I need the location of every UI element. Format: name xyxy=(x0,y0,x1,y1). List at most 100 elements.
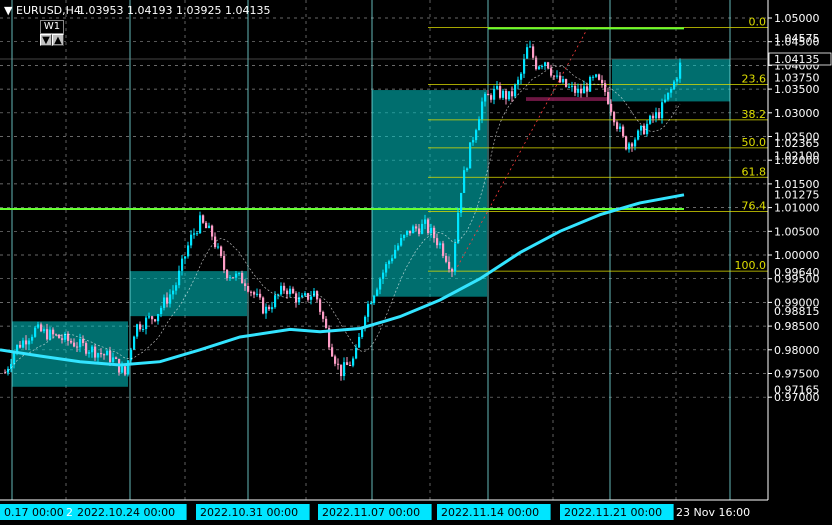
price-tick-label: 1.00000 xyxy=(774,249,820,262)
candle-body xyxy=(271,307,274,310)
candle-body xyxy=(628,143,631,150)
candle-body xyxy=(322,311,325,319)
timeframe-badge[interactable]: W1 xyxy=(40,20,64,34)
candle-body xyxy=(304,293,307,296)
candle-body xyxy=(610,103,613,112)
candle-body xyxy=(439,243,442,246)
candle-body xyxy=(190,234,193,246)
candle-body xyxy=(487,93,490,96)
candle-body xyxy=(529,46,532,48)
candle-body xyxy=(286,290,289,295)
candle-body xyxy=(169,294,172,304)
candle-body xyxy=(619,126,622,130)
time-label: 2022.11.21 00:00 xyxy=(564,506,662,519)
candle-body xyxy=(676,78,679,82)
candle-body xyxy=(94,346,97,358)
scroll-up-icon[interactable]: ▲ xyxy=(52,34,64,46)
fib-label: 100.0 xyxy=(735,259,767,272)
candle-body xyxy=(112,357,115,363)
candle-body xyxy=(28,340,31,345)
candle-body xyxy=(373,295,376,304)
candle-body xyxy=(67,333,70,341)
candle-body xyxy=(61,338,64,340)
candle-body xyxy=(577,88,580,93)
candle-body xyxy=(484,93,487,102)
candle-body xyxy=(478,119,481,131)
candle-body xyxy=(412,226,415,234)
candle-body xyxy=(229,277,232,279)
fib-label: 0.0 xyxy=(749,15,767,28)
price-marker-label: 1.02100 xyxy=(774,149,820,162)
candle-body xyxy=(526,47,529,59)
candle-body xyxy=(445,255,448,262)
candle-body xyxy=(154,319,157,322)
candle-body xyxy=(289,288,292,295)
candle-body xyxy=(187,245,190,257)
candle-body xyxy=(319,299,322,312)
candle-body xyxy=(565,79,568,87)
candle-body xyxy=(625,136,628,150)
price-marker-label: 0.99640 xyxy=(774,266,820,279)
candle-body xyxy=(46,329,49,340)
candle-body xyxy=(331,347,334,357)
candle-body xyxy=(430,227,433,234)
candle-body xyxy=(25,340,28,345)
candle-body xyxy=(472,140,475,143)
candle-body xyxy=(652,115,655,119)
candle-body xyxy=(82,339,85,344)
candle-body xyxy=(466,168,469,171)
candle-body xyxy=(217,246,220,248)
candle-body xyxy=(550,68,553,76)
candle-body xyxy=(73,342,76,347)
candle-body xyxy=(553,75,556,77)
candle-body xyxy=(592,76,595,78)
candle-body xyxy=(460,192,463,213)
candle-body xyxy=(91,346,94,353)
candle-body xyxy=(178,270,181,286)
candle-body xyxy=(307,293,310,300)
candle-body xyxy=(208,225,211,229)
candle-body xyxy=(244,283,247,287)
price-tick-label: 1.03000 xyxy=(774,107,820,120)
candle-body xyxy=(520,73,523,80)
candle-body xyxy=(427,219,430,234)
candle-body xyxy=(400,238,403,246)
time-label: 2022.10.31 00:00 xyxy=(200,506,298,519)
candle-body xyxy=(19,344,22,348)
candle-body xyxy=(13,352,16,364)
price-marker-label: 1.01275 xyxy=(774,189,820,202)
price-chart[interactable]: 0.0 23.6 38.2 50.0 61.8 76.4 100.0 1.05000 1.04… xyxy=(0,0,832,525)
price-marker-label: 0.98815 xyxy=(774,305,820,318)
candle-body xyxy=(103,354,106,356)
candle-body xyxy=(442,243,445,256)
zone-box xyxy=(526,97,608,101)
candle-body xyxy=(211,225,214,237)
fib-label: 61.8 xyxy=(742,165,767,178)
candle-body xyxy=(490,95,493,100)
candle-body xyxy=(346,362,349,365)
candle-body xyxy=(49,329,52,340)
time-label: 2022.11.14 00:00 xyxy=(441,506,539,519)
candle-body xyxy=(397,245,400,250)
candle-body xyxy=(475,130,478,141)
candle-body xyxy=(583,86,586,94)
candle-body xyxy=(337,363,340,365)
candle-body xyxy=(139,324,142,330)
symbol-label: EURUSD,H4 xyxy=(16,4,81,17)
candle-body xyxy=(391,258,394,262)
candle-body xyxy=(70,340,73,343)
candle-body xyxy=(34,327,37,337)
candle-body xyxy=(58,334,61,339)
candle-body xyxy=(613,111,616,123)
candle-body xyxy=(136,324,139,337)
price-marker-label: 1.04575 xyxy=(774,32,820,45)
candle-body xyxy=(214,236,217,248)
candle-body xyxy=(148,316,151,318)
candle-body xyxy=(274,295,277,308)
price-marker-label: 1.03750 xyxy=(774,71,820,84)
candle-body xyxy=(31,336,34,341)
scroll-down-icon[interactable]: ▼ xyxy=(40,34,52,46)
candle-body xyxy=(88,352,91,354)
candle-body xyxy=(559,75,562,83)
candle-body xyxy=(505,90,508,100)
